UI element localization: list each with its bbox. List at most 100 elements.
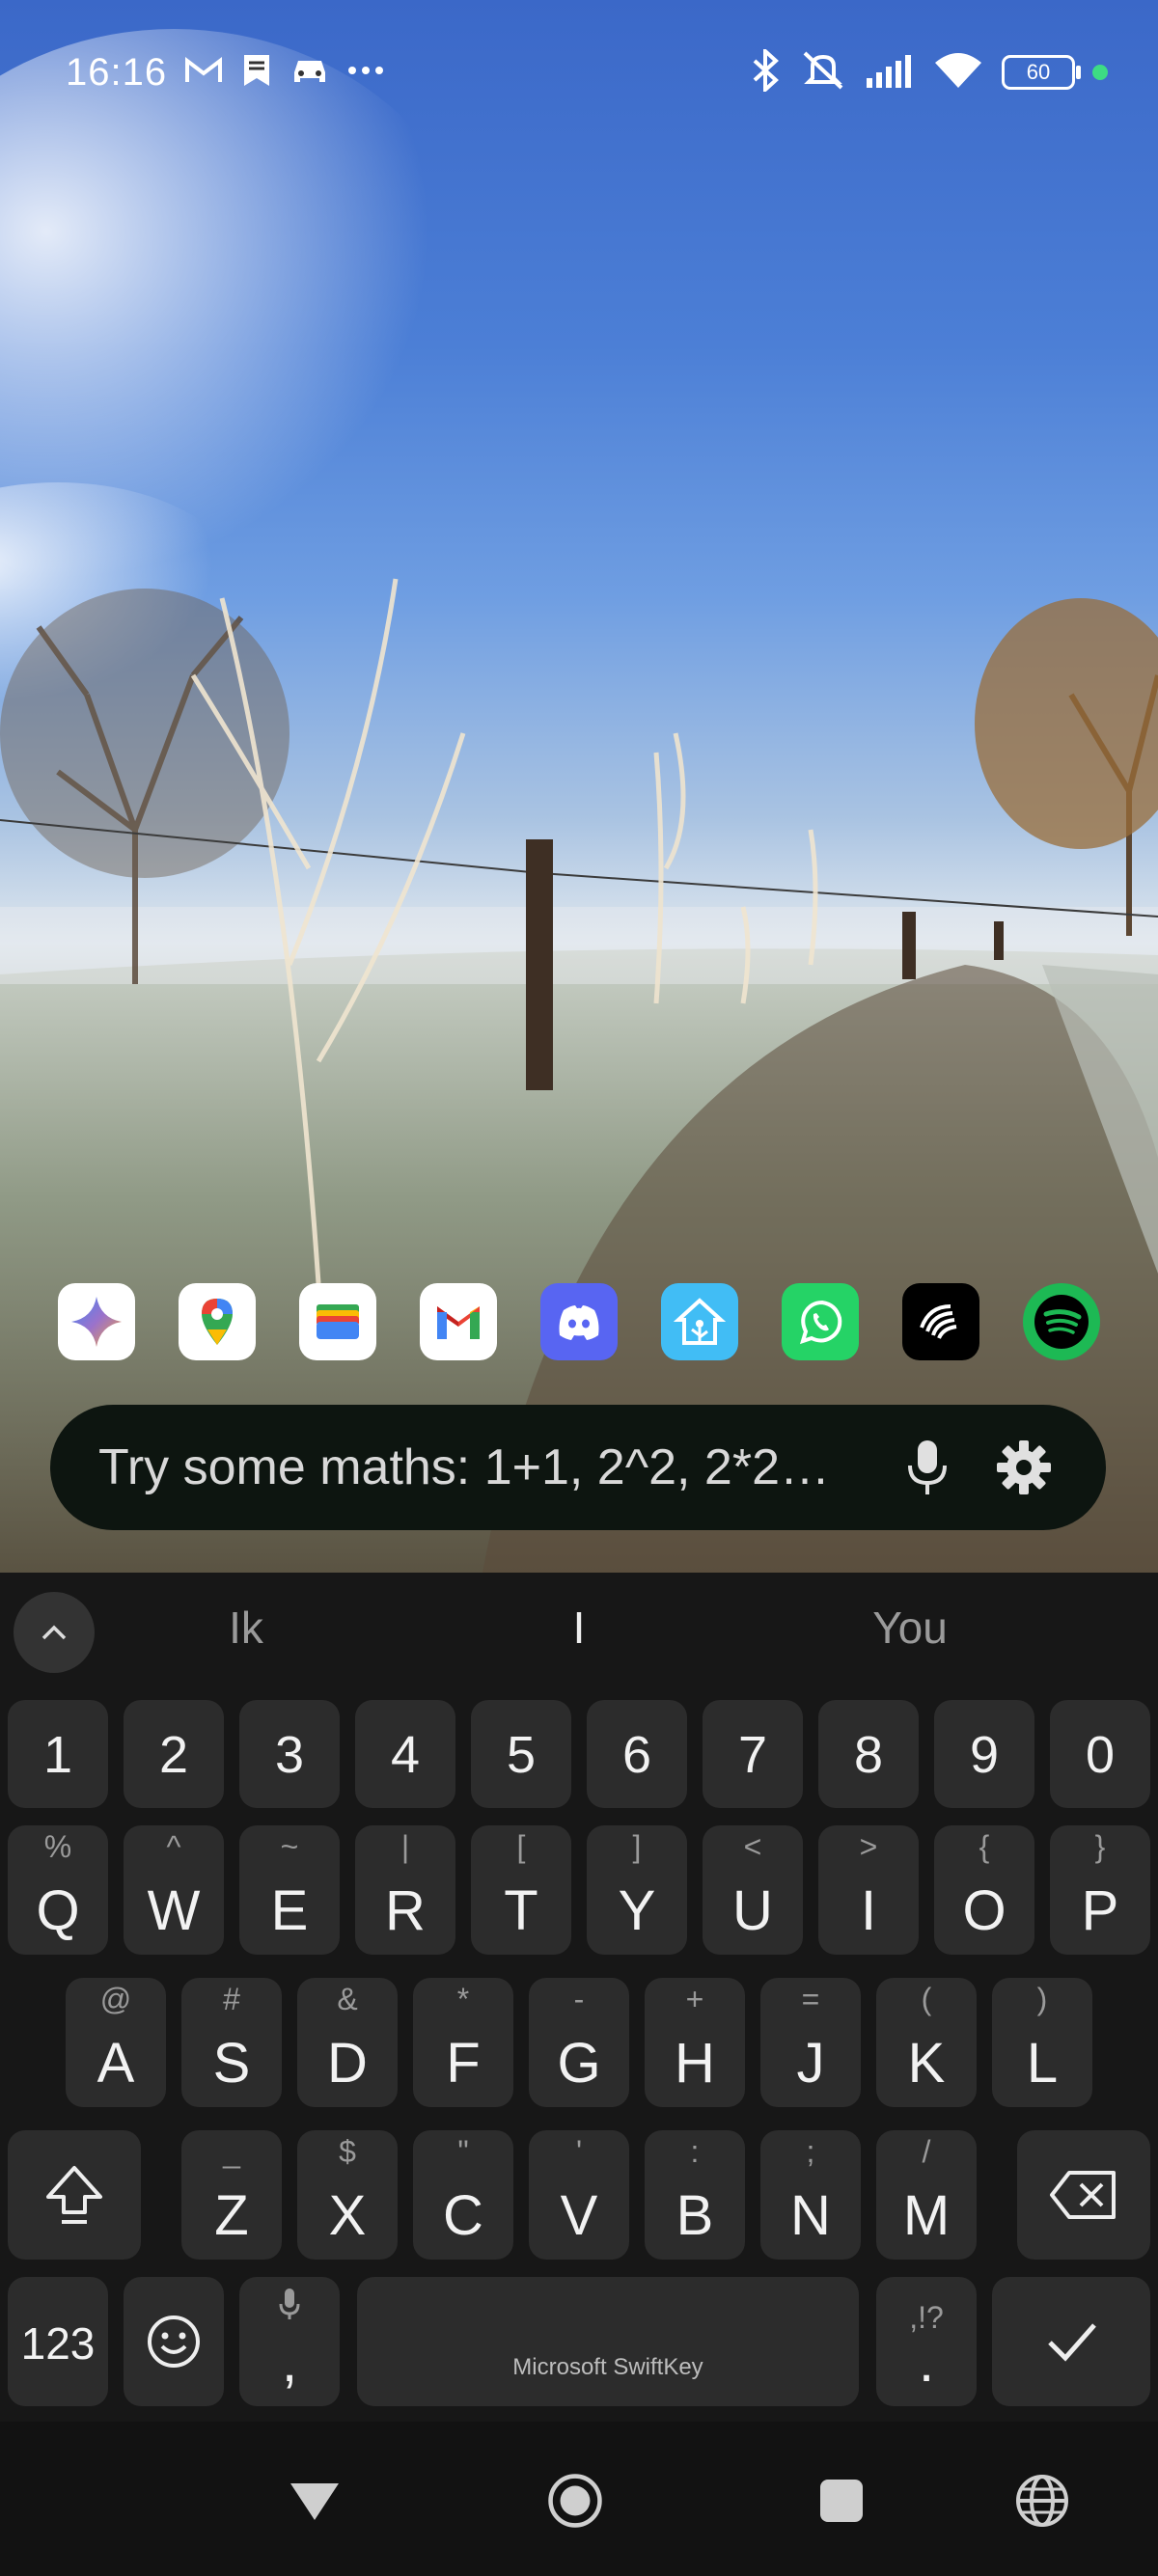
car-icon [290,55,329,91]
signal-icon [865,53,915,93]
microphone-icon[interactable] [894,1434,961,1501]
period-key[interactable]: ,!? . [876,2277,977,2406]
key-w[interactable]: ^ W [124,1825,224,1955]
backspace-key[interactable] [1017,2130,1150,2260]
home-assistant-app-icon[interactable] [661,1283,738,1360]
back-nav-icon[interactable] [286,2472,344,2530]
key-b[interactable]: :B [645,2130,745,2260]
key-p[interactable]: } P [1050,1825,1150,1955]
key-g[interactable]: -G [529,1978,629,2107]
suggestion-1[interactable]: Ik [130,1602,362,1654]
key-g-label: G [557,2032,601,2095]
key-h-label: H [675,2032,715,2095]
key-s-alt-label: # [223,1982,240,2016]
key-7[interactable]: 7 [703,1700,803,1808]
key-2[interactable]: 2 [124,1700,224,1808]
search-input[interactable]: Try some maths: 1+1, 2^2, 2*2… [98,1439,865,1496]
key-u[interactable]: < U [703,1825,803,1955]
key-0[interactable]: 0 [1050,1700,1150,1808]
key-j-label: J [796,2032,825,2095]
key-d-label: D [327,2032,368,2095]
key-i[interactable]: > I [818,1825,919,1955]
key-n[interactable]: ; N [760,2130,861,2260]
battery-icon: 60 [1002,55,1081,90]
key-h[interactable]: + H [645,1978,745,2107]
language-globe-icon[interactable] [1013,2472,1071,2530]
wear-app-icon[interactable] [902,1283,979,1360]
key-5-label: 5 [506,1726,537,1784]
toolbar-expand-button[interactable] [14,1592,95,1673]
discord-app-icon[interactable] [540,1283,618,1360]
key-i-alt-label: > [859,1829,878,1864]
key-p-alt-label: } [1094,1829,1106,1864]
key-1[interactable]: 1 [8,1700,108,1808]
google-wallet-app-icon[interactable] [299,1283,376,1360]
key-a-label: A [96,2032,135,2095]
key-b-label: B [676,2184,714,2247]
key-5[interactable]: 5 [471,1700,571,1808]
key-o[interactable]: {O [934,1825,1034,1955]
bookmark-icon [240,53,273,93]
key-x[interactable]: $ X [297,2130,398,2260]
key-y-label: Y [618,1879,656,1942]
symbols-key[interactable]: 123 [8,2277,108,2406]
enter-key[interactable] [992,2277,1150,2406]
key-o-alt-label: { [979,1829,990,1864]
key-a-alt-label: @ [99,1982,132,2016]
key-y[interactable]: ] Y [587,1825,687,1955]
gemini-app-icon[interactable] [58,1283,135,1360]
key-q-alt-label: % [43,1829,72,1864]
gmail-app-icon[interactable] [420,1283,497,1360]
key-j[interactable]: = J [760,1978,861,2107]
suggestion-2[interactable]: I [463,1602,695,1654]
comma-key[interactable]: , [239,2277,340,2406]
key-r-label: R [385,1879,426,1942]
key-f-label: F [446,2032,481,2095]
key-3[interactable]: 3 [239,1700,340,1808]
key-8[interactable]: 8 [818,1700,919,1808]
suggestion-3[interactable]: You [794,1602,1026,1654]
status-bar-right: 60 [749,39,1108,106]
key-s-label: S [212,2032,251,2095]
home-nav-icon[interactable] [546,2472,604,2530]
key-z-label: Z [214,2184,249,2247]
status-bar-left: 16:16 [66,39,385,106]
key-4-label: 4 [390,1726,421,1784]
key-z[interactable]: _ Z [181,2130,282,2260]
shift-key[interactable] [8,2130,141,2260]
key-c[interactable]: " C [413,2130,513,2260]
key-f[interactable]: * F [413,1978,513,2107]
key-e[interactable]: ~ E [239,1825,340,1955]
key-q[interactable]: % Q [8,1825,108,1955]
key-v[interactable]: ' V [529,2130,629,2260]
key-k[interactable]: (K [876,1978,977,2107]
key-9-label: 9 [969,1726,1000,1784]
key-l[interactable]: ) L [992,1978,1092,2107]
key-m[interactable]: / M [876,2130,977,2260]
key-d[interactable]: & D [297,1978,398,2107]
key-l-alt-label: ) [1036,1982,1048,2016]
key-9[interactable]: 9 [934,1700,1034,1808]
status-time: 16:16 [66,50,168,94]
emoji-key[interactable] [124,2277,224,2406]
key-v-label: V [560,2184,598,2247]
key-1-label: 1 [42,1726,73,1784]
key-t[interactable]: [T [471,1825,571,1955]
suggestion-bar: Ik I You [0,1573,1158,1688]
key-y-alt-label: ] [632,1829,642,1864]
key-e-alt-label: ~ [280,1829,299,1864]
key-a[interactable]: @ A [66,1978,166,2107]
key-4[interactable]: 4 [355,1700,455,1808]
key-r[interactable]: | R [355,1825,455,1955]
wifi-icon [932,51,984,95]
key-0-label: 0 [1085,1726,1116,1784]
settings-gear-icon[interactable] [990,1434,1058,1501]
search-bar[interactable]: Try some maths: 1+1, 2^2, 2*2… [50,1405,1106,1530]
key-6[interactable]: 6 [587,1700,687,1808]
whatsapp-app-icon[interactable] [782,1283,859,1360]
key-s[interactable]: # S [181,1978,282,2107]
spotify-app-icon[interactable] [1023,1283,1100,1360]
recents-nav-icon[interactable] [813,2472,870,2530]
space-key[interactable]: Microsoft SwiftKey [357,2277,859,2406]
google-maps-app-icon[interactable] [179,1283,256,1360]
